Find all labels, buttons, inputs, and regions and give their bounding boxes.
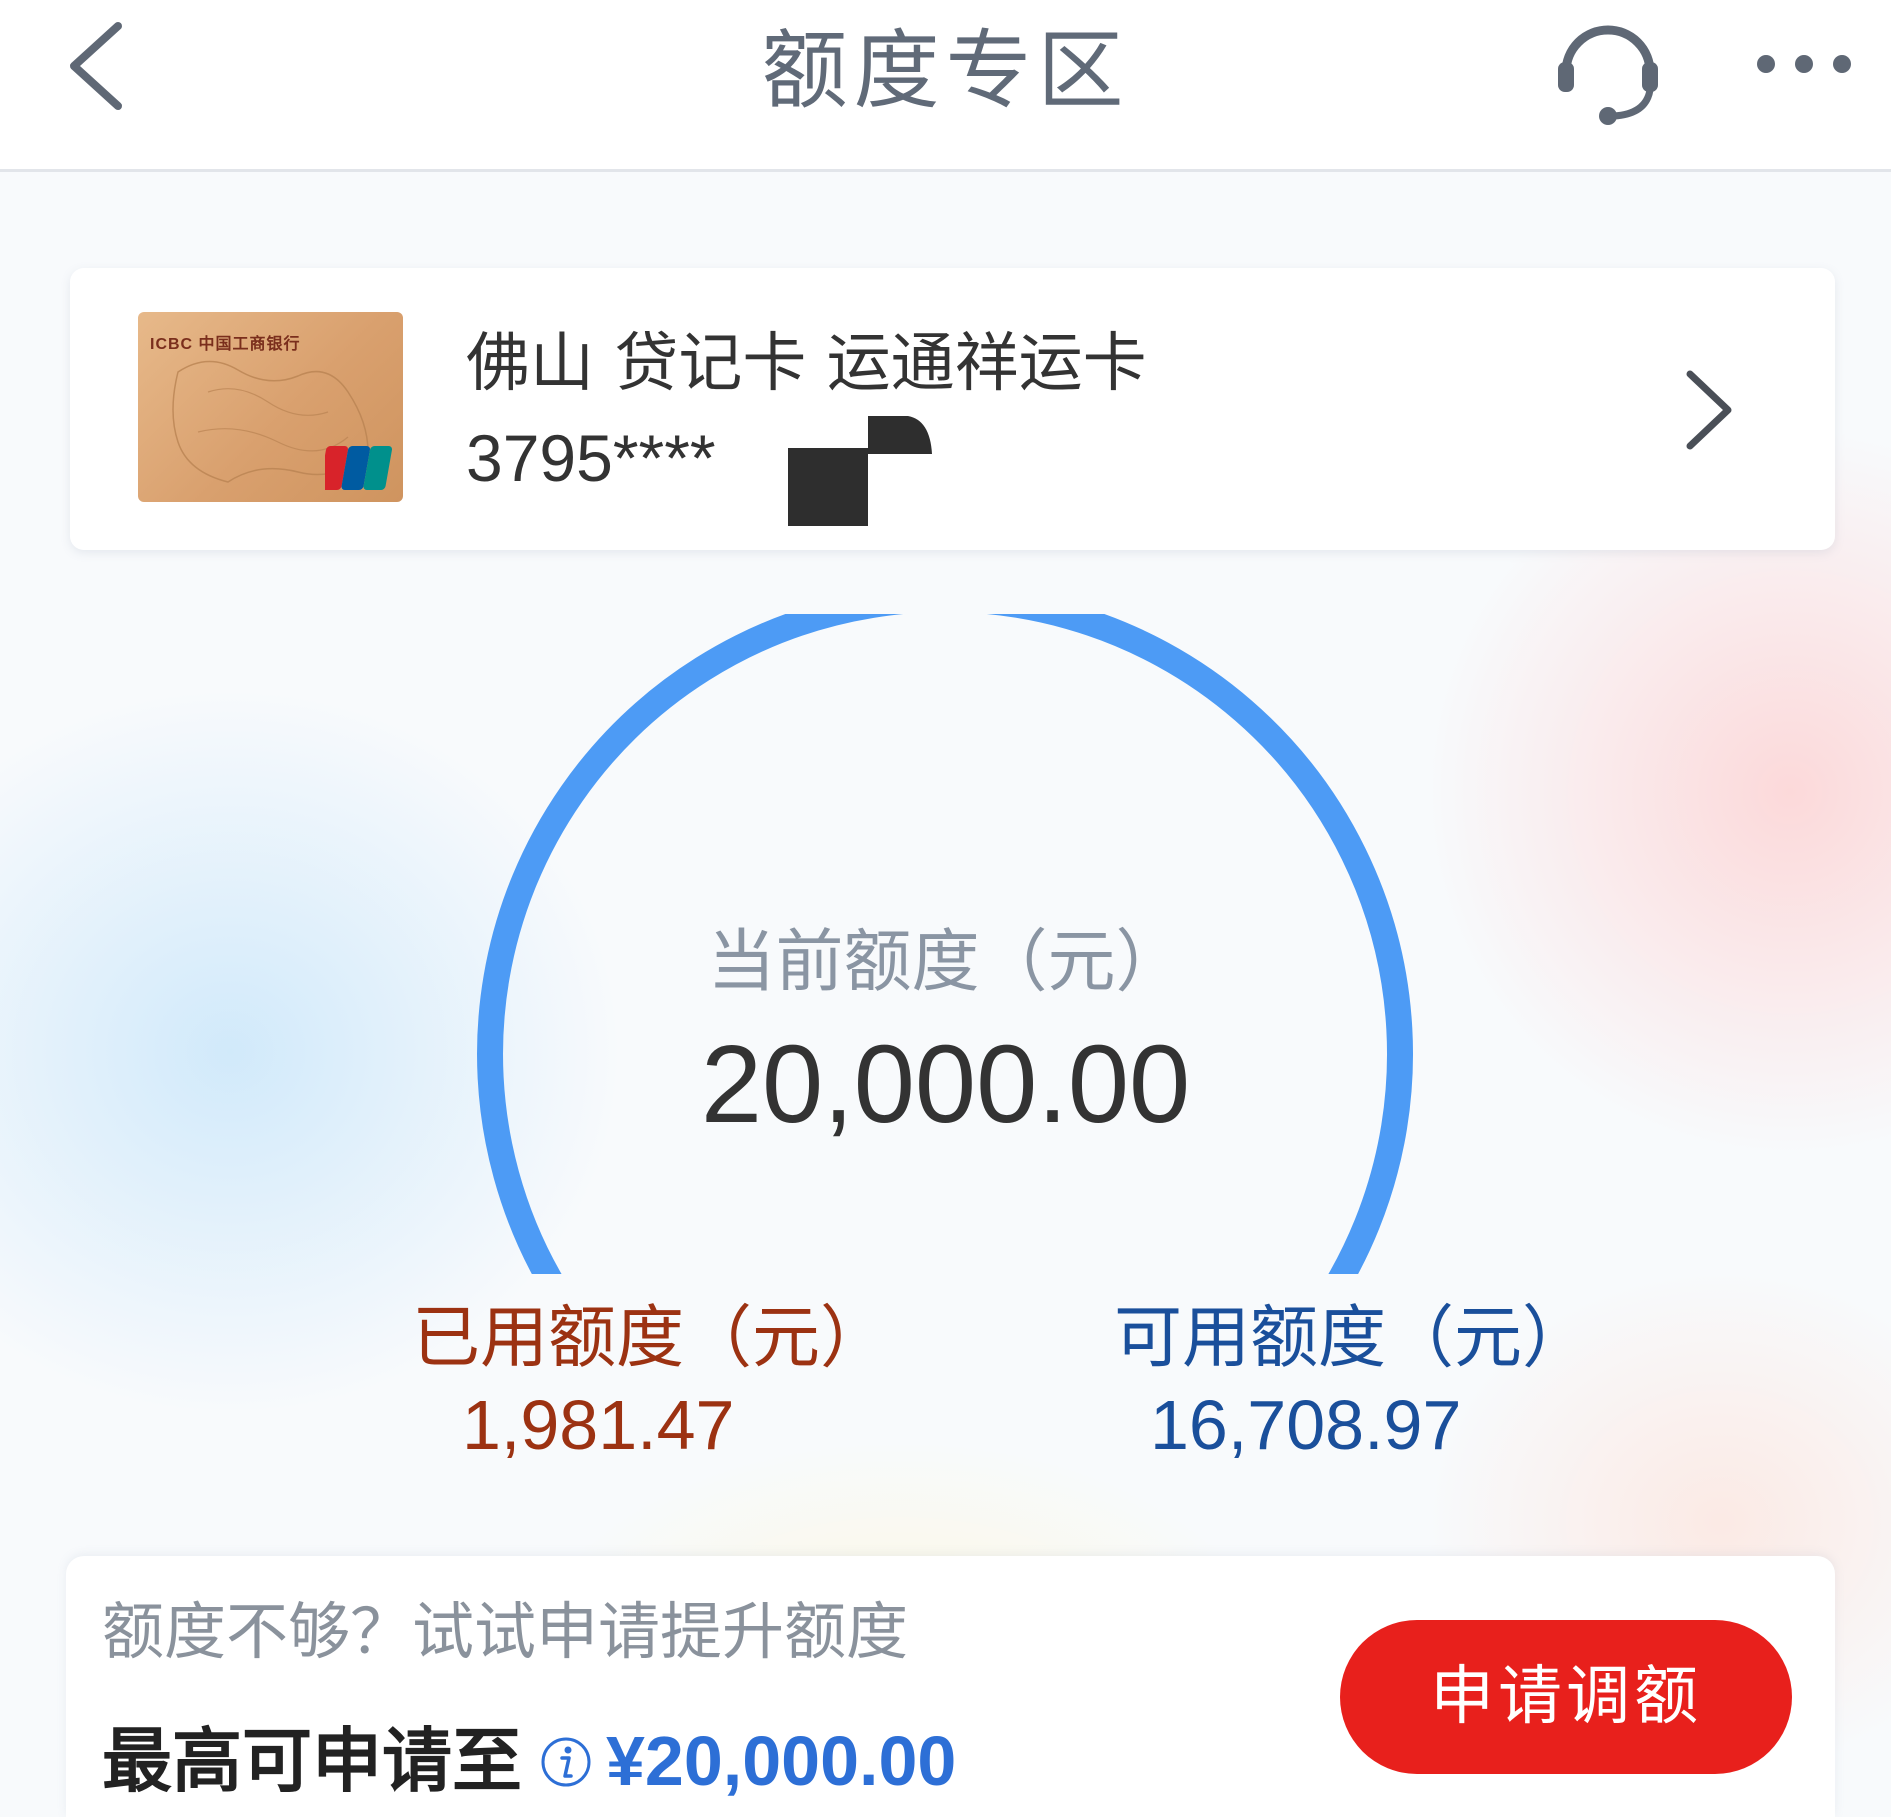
headset-icon [1558, 25, 1658, 125]
limit-increase-hint: 额度不够？试试申请提升额度 [102, 1595, 909, 1668]
chevron-left-icon [70, 22, 122, 110]
credit-limit-gauge [477, 614, 1413, 1274]
card-bank-logo: ICBC 中国工商银行 [150, 336, 301, 353]
card-name: 佛山 贷记卡 运通祥运卡 [466, 327, 1147, 401]
info-icon[interactable] [540, 1736, 592, 1788]
limit-increase-panel: 额度不够？试试申请提升额度 最高可申请至 ¥20,000.00 申请调额 [66, 1556, 1835, 1817]
card-selector[interactable]: ICBC 中国工商银行 佛山 贷记卡 运通祥运卡 3795**** [70, 268, 1835, 550]
max-limit-value: ¥20,000.00 [606, 1722, 957, 1800]
redaction-mark [788, 416, 932, 526]
top-navigation-bar: 额度专区 [0, 0, 1891, 172]
customer-service-button[interactable] [1548, 10, 1668, 130]
card-image: ICBC 中国工商银行 [138, 312, 403, 502]
card-number: 3795**** [466, 421, 716, 495]
used-limit-label: 已用额度（元） [412, 1299, 889, 1378]
available-limit-value: 16,708.97 [1150, 1386, 1462, 1464]
used-limit-value: 1,981.47 [462, 1386, 735, 1464]
apply-limit-adjustment-button[interactable]: 申请调额 [1340, 1620, 1792, 1774]
chevron-right-icon [1686, 370, 1732, 450]
max-limit-label: 最高可申请至 [102, 1720, 522, 1802]
back-button[interactable] [58, 14, 168, 124]
unionpay-logo-icon [325, 446, 393, 490]
available-limit-arc [477, 614, 1413, 1274]
more-dots-icon [1757, 55, 1851, 73]
more-options-button[interactable] [1752, 20, 1862, 120]
available-limit-label: 可用额度（元） [1114, 1299, 1591, 1378]
